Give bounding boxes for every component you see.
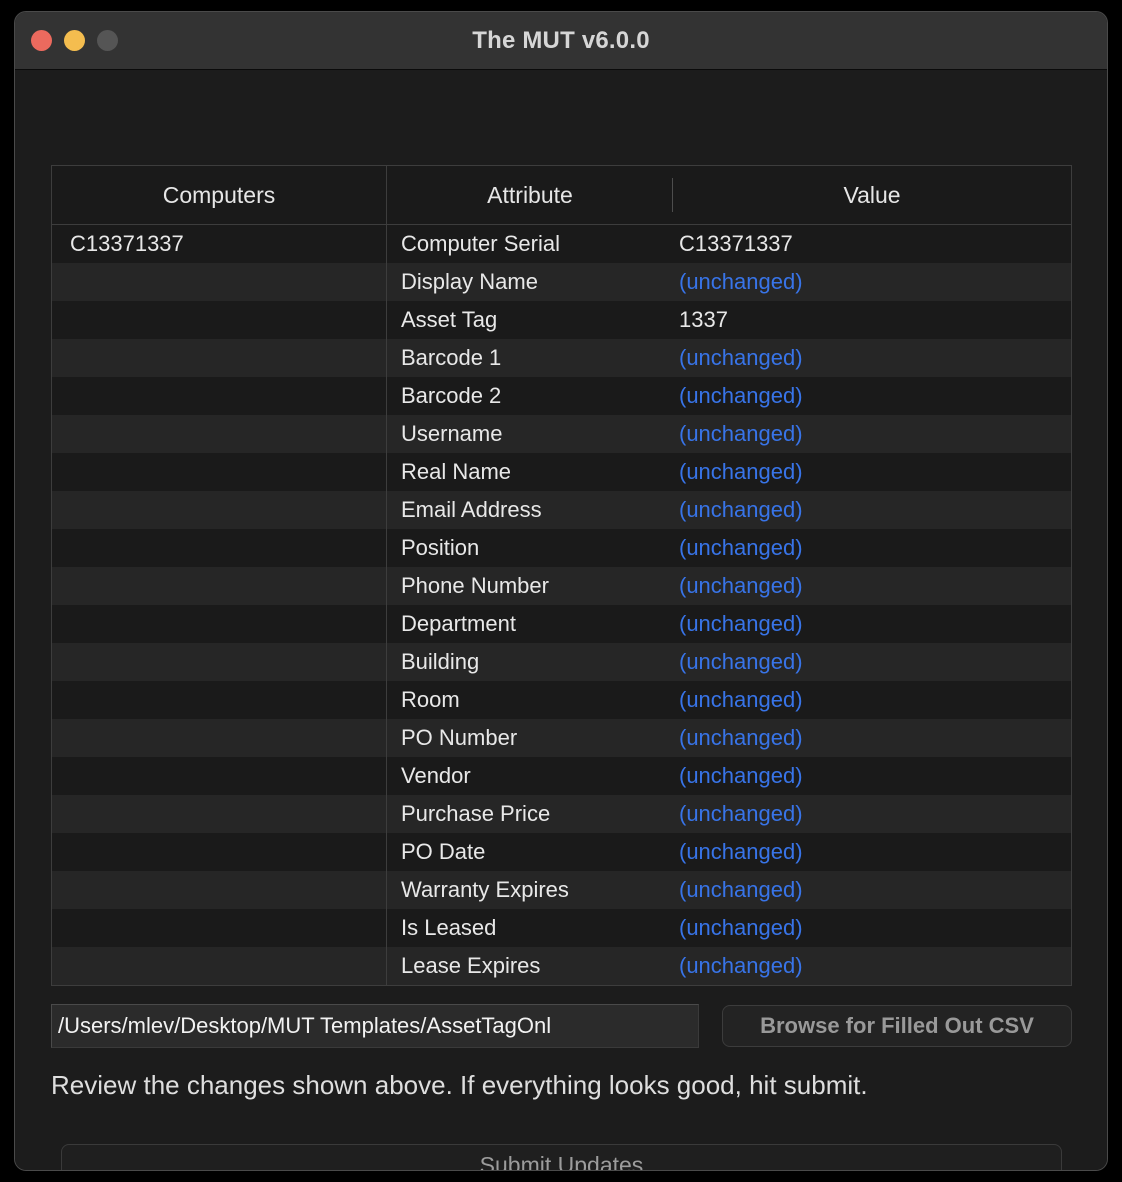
cell-value: C13371337 (679, 231, 793, 256)
table-row[interactable]: Vendor (unchanged) (52, 757, 1071, 795)
cell-attribute: PO Number (401, 725, 518, 750)
table-row[interactable]: Is Leased (unchanged) (52, 909, 1071, 947)
cell-attribute: Room (401, 687, 460, 712)
cell-value: (unchanged) (679, 915, 803, 940)
cell-attribute: Lease Expires (401, 953, 541, 978)
minimize-window-button[interactable] (64, 30, 85, 51)
cell-value: (unchanged) (679, 383, 803, 408)
table-header-row: Computers Attribute Value (52, 166, 1071, 225)
cell-value: (unchanged) (679, 535, 803, 560)
cell-computer (52, 757, 387, 795)
close-window-button[interactable] (31, 30, 52, 51)
cell-computer (52, 871, 387, 909)
column-header-attribute[interactable]: Attribute (387, 166, 673, 224)
cell-value: (unchanged) (679, 839, 803, 864)
table-row[interactable]: Email Address (unchanged) (52, 491, 1071, 529)
cell-attribute: Real Name (401, 459, 512, 484)
cell-value: (unchanged) (679, 611, 803, 636)
table-row[interactable]: Display Name (unchanged) (52, 263, 1071, 301)
cell-computer (52, 453, 387, 491)
cell-computer (52, 529, 387, 567)
table-row[interactable]: Phone Number (unchanged) (52, 567, 1071, 605)
cell-attribute: Position (401, 535, 480, 560)
table-row[interactable]: C13371337 Computer Serial C13371337 (52, 225, 1071, 263)
window-content: Computers Attribute Value C13371337 Compu… (15, 70, 1107, 1170)
cell-attribute: Email Address (401, 497, 542, 522)
table-row[interactable]: Barcode 1 (unchanged) (52, 339, 1071, 377)
browse-csv-button[interactable]: Browse for Filled Out CSV (722, 1005, 1072, 1047)
instruction-text: Review the changes shown above. If every… (51, 1070, 868, 1100)
table-row[interactable]: PO Date (unchanged) (52, 833, 1071, 871)
csv-path-row: /Users/mlev/Desktop/MUT Templates/AssetT… (51, 1004, 1072, 1048)
cell-attribute: Purchase Price (401, 801, 551, 826)
cell-computer (52, 491, 387, 529)
column-header-value[interactable]: Value (673, 166, 1071, 224)
cell-computer (52, 643, 387, 681)
table-row[interactable]: Asset Tag 1337 (52, 301, 1071, 339)
cell-attribute: Display Name (401, 269, 538, 294)
table-row[interactable]: Warranty Expires (unchanged) (52, 871, 1071, 909)
column-header-computers[interactable]: Computers (52, 166, 387, 224)
cell-value: (unchanged) (679, 573, 803, 598)
cell-attribute: Department (401, 611, 516, 636)
changes-table: Computers Attribute Value C13371337 Compu… (51, 165, 1072, 986)
cell-computer (52, 681, 387, 719)
title-bar: The MUT v6.0.0 (15, 12, 1107, 70)
app-window: The MUT v6.0.0 Computers Attribute Value… (14, 11, 1108, 1171)
table-body: C13371337 Computer Serial C13371337 Display… (52, 225, 1071, 985)
cell-attribute: Building (401, 649, 480, 674)
table-row[interactable]: PO Number (unchanged) (52, 719, 1071, 757)
cell-attribute: Barcode 2 (401, 383, 502, 408)
cell-computer (52, 833, 387, 871)
table-row[interactable]: Lease Expires (unchanged) (52, 947, 1071, 985)
csv-path-input[interactable]: /Users/mlev/Desktop/MUT Templates/AssetT… (51, 1004, 699, 1048)
cell-attribute: Is Leased (401, 915, 497, 940)
cell-computer (52, 415, 387, 453)
cell-attribute: PO Date (401, 839, 486, 864)
cell-attribute: Vendor (401, 763, 471, 788)
table-row[interactable]: Barcode 2 (unchanged) (52, 377, 1071, 415)
cell-computer (52, 567, 387, 605)
cell-value: (unchanged) (679, 421, 803, 446)
cell-value: (unchanged) (679, 345, 803, 370)
table-row[interactable]: Position (unchanged) (52, 529, 1071, 567)
cell-computer (52, 339, 387, 377)
cell-value: (unchanged) (679, 269, 803, 294)
window-controls (31, 12, 118, 69)
cell-computer (52, 301, 387, 339)
cell-attribute: Warranty Expires (401, 877, 569, 902)
table-row[interactable]: Room (unchanged) (52, 681, 1071, 719)
cell-computer: C13371337 (52, 225, 387, 263)
table-row[interactable]: Building (unchanged) (52, 643, 1071, 681)
submit-updates-button[interactable]: Submit Updates (61, 1144, 1062, 1170)
cell-value: (unchanged) (679, 763, 803, 788)
cell-computer (52, 377, 387, 415)
cell-value: (unchanged) (679, 801, 803, 826)
cell-value: (unchanged) (679, 687, 803, 712)
cell-value: (unchanged) (679, 877, 803, 902)
table-row[interactable]: Real Name (unchanged) (52, 453, 1071, 491)
table-row[interactable]: Username (unchanged) (52, 415, 1071, 453)
cell-computer (52, 909, 387, 947)
cell-computer (52, 719, 387, 757)
table-row[interactable]: Department (unchanged) (52, 605, 1071, 643)
window-title: The MUT v6.0.0 (472, 26, 650, 54)
cell-attribute: Barcode 1 (401, 345, 502, 370)
zoom-window-button[interactable] (97, 30, 118, 51)
cell-value: (unchanged) (679, 649, 803, 674)
cell-value: (unchanged) (679, 459, 803, 484)
cell-computer (52, 605, 387, 643)
cell-attribute: Username (401, 421, 503, 446)
cell-value: (unchanged) (679, 725, 803, 750)
cell-value: (unchanged) (679, 497, 803, 522)
cell-value: 1337 (679, 307, 728, 332)
cell-computer (52, 947, 387, 985)
table-row[interactable]: Purchase Price (unchanged) (52, 795, 1071, 833)
cell-computer (52, 795, 387, 833)
cell-value: (unchanged) (679, 953, 803, 978)
cell-computer (52, 263, 387, 301)
cell-attribute: Phone Number (401, 573, 549, 598)
cell-attribute: Computer Serial (401, 231, 560, 256)
cell-attribute: Asset Tag (401, 307, 498, 332)
